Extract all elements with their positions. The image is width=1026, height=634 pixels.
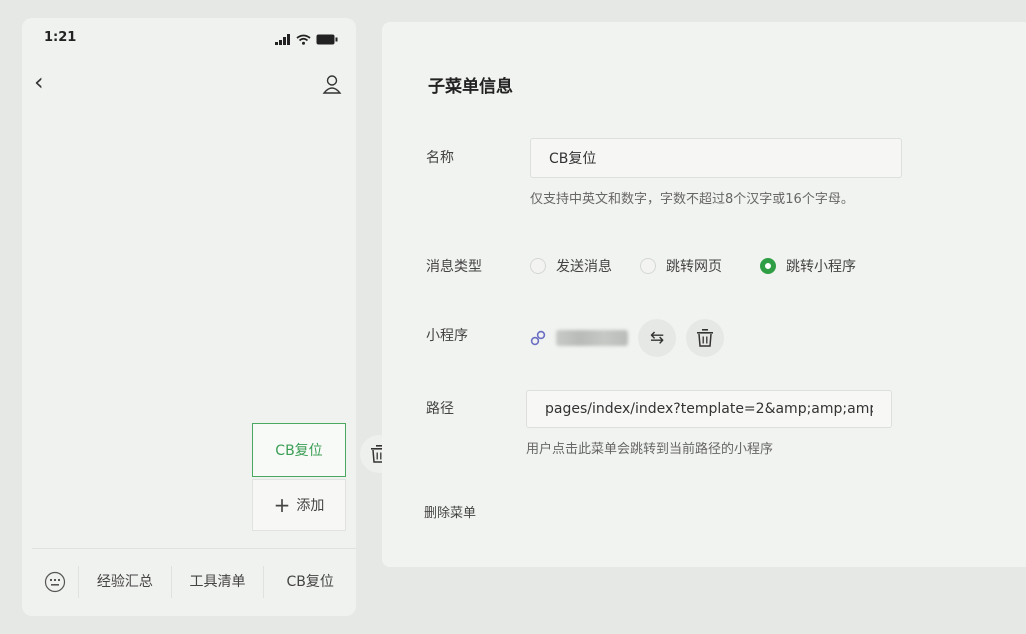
radio-jump-webpage[interactable]: 跳转网页 (640, 256, 722, 276)
path-input[interactable] (526, 390, 892, 428)
radio-label: 跳转小程序 (786, 259, 856, 275)
mini-program-selector: ⇆ (528, 319, 724, 357)
radio-dot (640, 258, 656, 274)
chevron-left-icon[interactable]: ‹ (34, 68, 44, 96)
name-label: 名称 (426, 150, 454, 166)
delete-menu-link[interactable]: 删除菜单 (424, 502, 476, 521)
status-icons (275, 34, 338, 45)
name-hint: 仅支持中英文和数字，字数不超过8个汉字或16个字母。 (530, 192, 854, 207)
name-input[interactable] (530, 138, 902, 178)
phone-preview: 1:21 ‹ CB复位 + 添加 经验汇总 工具清单 CB复位 (22, 18, 398, 616)
add-submenu-button[interactable]: + 添加 (252, 479, 346, 531)
battery-icon (316, 34, 338, 45)
mini-program-label: 小程序 (426, 328, 468, 344)
message-type-label: 消息类型 (426, 259, 482, 275)
signal-icon (275, 34, 290, 45)
plus-icon: + (273, 493, 291, 517)
radio-send-message[interactable]: 发送消息 (530, 256, 612, 276)
radio-dot-checked (760, 258, 776, 274)
radio-dot (530, 258, 546, 274)
path-hint: 用户点击此菜单会跳转到当前路径的小程序 (526, 442, 774, 457)
user-icon[interactable] (322, 74, 342, 98)
swap-button[interactable]: ⇆ (638, 319, 676, 357)
radio-label: 跳转网页 (666, 259, 722, 275)
radio-label: 发送消息 (556, 259, 612, 275)
add-submenu-label: 添加 (296, 498, 325, 514)
path-label: 路径 (426, 401, 454, 417)
bottom-menu-bar: 经验汇总 工具清单 CB复位 (32, 548, 356, 615)
trash-icon (697, 329, 713, 347)
wifi-icon (296, 34, 311, 45)
message-type-radio-group: 发送消息 跳转网页 跳转小程序 (530, 256, 856, 276)
panel-title: 子菜单信息 (428, 77, 513, 97)
status-time: 1:21 (44, 30, 77, 45)
mini-program-name-blurred (556, 330, 628, 346)
delete-mini-program-button[interactable] (686, 319, 724, 357)
menu-item-cb-reset[interactable]: CB复位 (263, 566, 356, 598)
submenu-item-cb-reset[interactable]: CB复位 (252, 423, 346, 477)
menu-item-experience[interactable]: 经验汇总 (78, 566, 171, 598)
radio-jump-miniprogram[interactable]: 跳转小程序 (760, 256, 856, 276)
keyboard-icon[interactable] (32, 571, 78, 593)
swap-icon: ⇆ (649, 328, 665, 348)
menu-item-tools[interactable]: 工具清单 (170, 566, 264, 598)
submenu-settings-panel: 子菜单信息 名称 仅支持中英文和数字，字数不超过8个汉字或16个字母。 消息类型… (382, 22, 1026, 567)
link-icon (528, 328, 548, 348)
